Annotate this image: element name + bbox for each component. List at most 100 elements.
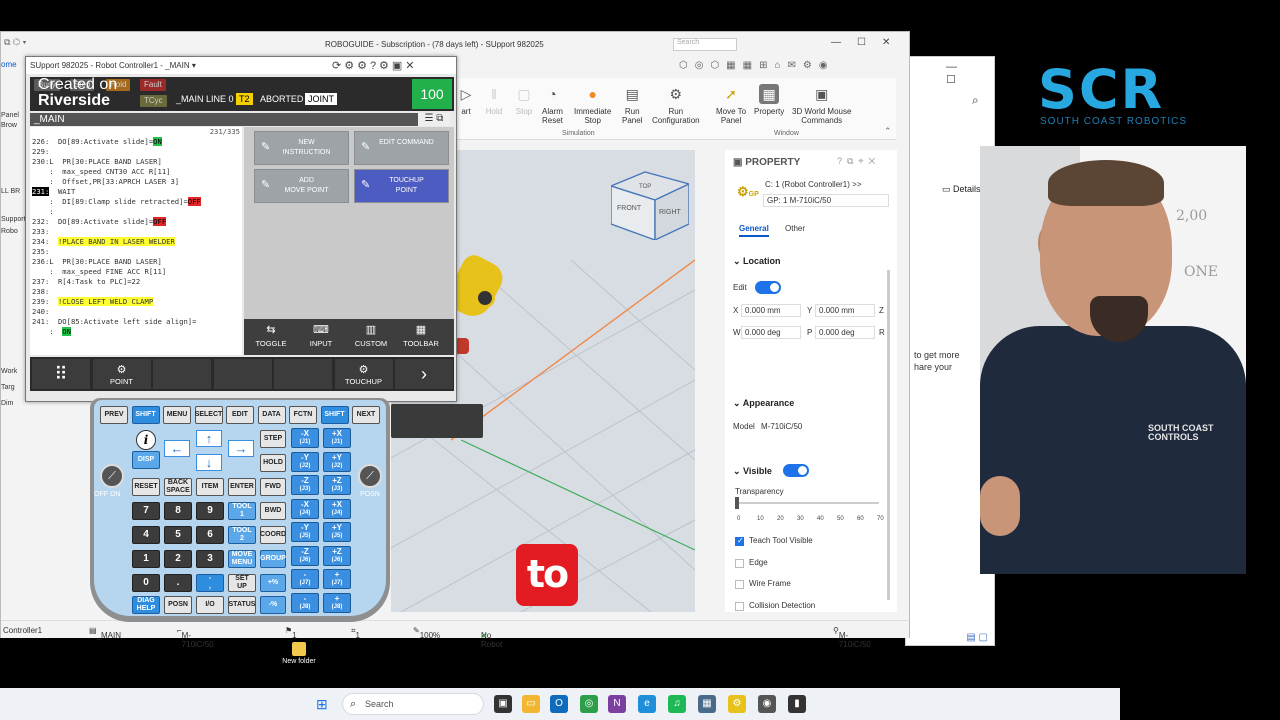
fwd-key[interactable]: FWD — [260, 478, 286, 496]
ribbon-property-button[interactable]: ▦ Property — [754, 84, 784, 116]
property-panel-icons[interactable]: ?⧉⌖✕ — [837, 156, 880, 167]
up-arrow-icon[interactable]: ↑ — [196, 430, 222, 447]
tree-item[interactable]: Brow — [1, 120, 17, 132]
tool-custom-button[interactable]: ▥ CUSTOM — [348, 323, 394, 348]
tp-title-icons[interactable]: ⟳⚙⚙?⚙▣✕ — [332, 59, 418, 72]
fctn-key[interactable]: FCTN — [289, 406, 317, 424]
checkbox[interactable] — [735, 558, 744, 568]
backspace-key[interactable]: BACK SPACE — [164, 478, 192, 496]
digit-2-key[interactable]: 2 — [164, 550, 192, 568]
jog-key[interactable]: + (J7) — [323, 569, 351, 589]
program-line[interactable]: 232: DO[89:Activate slide]=OFF — [32, 217, 240, 227]
title-search-input[interactable]: Search — [673, 38, 737, 51]
digit-6-key[interactable]: 6 — [196, 526, 224, 544]
ribbon-stop-button[interactable]: ▢ Stop — [514, 84, 534, 116]
status-key[interactable]: STATUS — [228, 596, 256, 614]
jog-key[interactable]: -Y (J2) — [291, 451, 319, 472]
jog-key[interactable]: + (J8) — [323, 592, 351, 613]
joint-badge[interactable]: JOINT — [305, 93, 337, 105]
tool1-key[interactable]: TOOL 1 — [228, 502, 256, 520]
step-key[interactable]: STEP — [260, 430, 286, 448]
edit-key[interactable]: EDIT — [226, 406, 254, 424]
program-line[interactable]: : DI[89:Clamp slide retracted]=OFF — [32, 197, 240, 207]
jog-key[interactable]: -Z (J6) — [291, 545, 319, 566]
view-toggle-icon[interactable]: ▤ ▢ — [966, 632, 988, 643]
tree-item[interactable]: Targ — [1, 382, 15, 394]
jog-key[interactable]: -X (J4) — [291, 498, 319, 519]
posn-key[interactable]: POSN — [164, 596, 192, 614]
transparency-slider[interactable] — [737, 502, 879, 504]
minus-percent-key[interactable]: -% — [260, 596, 286, 614]
transparency-slider-knob[interactable] — [735, 497, 739, 509]
ribbon-move-button[interactable]: ➚ Move To Panel — [716, 84, 746, 125]
edit-command-button[interactable]: ✎ EDIT COMMAND — [354, 131, 449, 165]
function-key[interactable]: › — [395, 359, 453, 389]
info-icon[interactable]: i — [136, 430, 156, 450]
io-key[interactable]: I/O — [196, 596, 224, 614]
group-field[interactable]: GP: 1 M-710iC/50 — [763, 194, 889, 207]
ribbon-alarm-button[interactable]: ◔ Alarm Reset — [542, 84, 563, 125]
y-field[interactable]: 0.000 mm — [815, 304, 875, 317]
new-instruction-button[interactable]: ✎ NEW INSTRUCTION — [254, 131, 349, 165]
coord-key[interactable]: COORD — [260, 526, 286, 544]
enter-key[interactable]: ENTER — [228, 478, 256, 496]
controller-selector[interactable]: C: 1 (Robot Controller1) >> — [765, 180, 862, 189]
program-line[interactable]: 229: — [32, 147, 240, 157]
ribbon-estop-button[interactable]: ● Immediate Stop — [574, 84, 611, 125]
program-listing[interactable]: 231/335 226: DO[89:Activate slide]=ON 229… — [30, 127, 242, 355]
tool-toolbar-button[interactable]: ▦ TOOLBAR — [398, 323, 444, 348]
tree-item[interactable]: LL BR — [1, 186, 20, 198]
tool2-key[interactable]: TOOL 2 — [228, 526, 256, 544]
tree-item[interactable]: Support — [1, 214, 26, 226]
digit-0-key[interactable]: 0 — [132, 574, 160, 592]
dash-key[interactable]: - , — [196, 574, 224, 592]
checkbox[interactable] — [735, 601, 744, 611]
jog-key[interactable]: -X (J1) — [291, 428, 319, 448]
touchup-button[interactable]: ✎ TOUCHUP POINT — [354, 169, 449, 203]
right-arrow-icon[interactable]: → — [228, 440, 254, 457]
program-line[interactable]: 236:L PR[30:PLACE BAND LASER] — [32, 257, 240, 267]
jog-key[interactable]: -Y (J5) — [291, 522, 319, 542]
tab-general[interactable]: General — [739, 224, 769, 237]
shift-left-key[interactable]: SHIFT — [131, 406, 160, 424]
file-explorer-icon[interactable]: ▭ — [522, 695, 540, 713]
tree-item[interactable]: Dim — [1, 398, 13, 410]
edge-icon[interactable]: e — [638, 695, 656, 713]
program-line[interactable]: 237: R[4:Task to PLC]=22 — [32, 277, 240, 287]
function-key[interactable] — [153, 359, 211, 389]
hold-key[interactable]: HOLD — [260, 454, 286, 472]
jog-key[interactable]: -Z (J3) — [291, 475, 319, 495]
tp-header-icons[interactable]: ☰ ⧉ — [418, 113, 450, 126]
program-line[interactable]: 235: — [32, 247, 240, 257]
ribbon-mouse-button[interactable]: ▣ 3D World Mouse Commands — [792, 84, 851, 125]
task-view-icon[interactable]: ▣ — [494, 695, 512, 713]
setup-key[interactable]: SET UP — [228, 574, 256, 592]
tool-toggle-button[interactable]: ⇆ TOGGLE — [248, 323, 294, 348]
prev-key[interactable]: PREV — [100, 406, 128, 424]
taskbar-search[interactable]: Search — [342, 693, 484, 715]
tool-input-button[interactable]: ⌨ INPUT — [298, 323, 344, 348]
program-line[interactable]: 238: — [32, 287, 240, 297]
app-menu-icons[interactable]: ⧉ ⌬ ▾ — [4, 37, 26, 48]
view-cube[interactable]: TOP FRONT RIGHT — [611, 168, 689, 240]
outlook-icon[interactable]: O — [550, 695, 568, 713]
details-button[interactable]: ▭ Details — [942, 184, 981, 195]
digit-1-key[interactable]: 1 — [132, 550, 160, 568]
calculator-icon[interactable]: ▦ — [698, 695, 716, 713]
tab-other[interactable]: Other — [785, 224, 805, 233]
diag-help-key[interactable]: DIAG HELP — [132, 596, 160, 614]
program-line[interactable]: 230:L PR[30:PLACE BAND LASER] — [32, 157, 240, 167]
tab-home[interactable]: ome — [1, 60, 17, 69]
program-line[interactable]: 239: !CLOSE LEFT WELD CLAMP — [32, 297, 240, 307]
shift-right-key[interactable]: SHIFT — [320, 406, 349, 424]
tree-item[interactable]: Robo — [1, 226, 18, 238]
left-arrow-icon[interactable]: ← — [164, 440, 190, 457]
program-line[interactable]: 234: !PLACE BAND IN LASER WELDER — [32, 237, 240, 247]
program-line[interactable]: 241: DO[85:Activate left side align]= — [32, 317, 240, 327]
digit-8-key[interactable]: 8 — [164, 502, 192, 520]
p-field[interactable]: 0.000 deg — [815, 326, 875, 339]
teach-pendant-window[interactable]: SUpport 982025 - Robot Controller1 - _MA… — [25, 56, 457, 402]
disp-key[interactable]: DISP — [132, 451, 160, 469]
bwd-key[interactable]: BWD — [260, 502, 286, 520]
window-controls[interactable]: —☐✕ — [831, 37, 906, 48]
